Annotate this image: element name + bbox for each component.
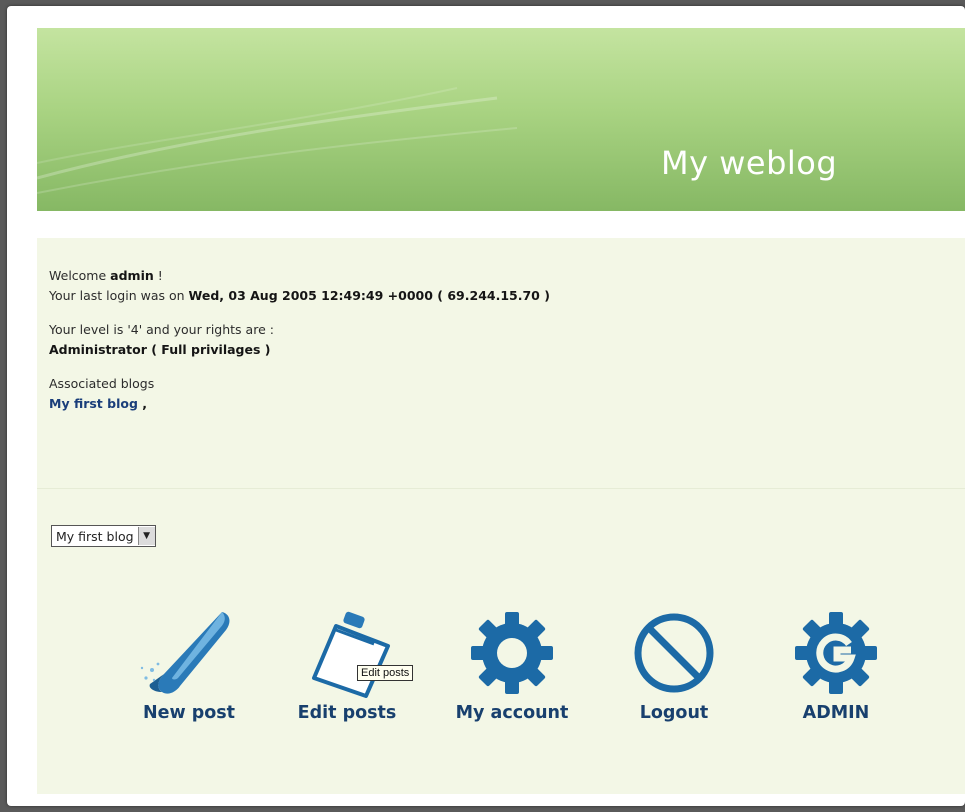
welcome-username: admin <box>110 268 154 283</box>
tool-label-edit-posts: Edit posts <box>297 703 397 723</box>
tool-label-new-post: New post <box>142 703 236 723</box>
blog-select[interactable]: My first blog ▼ <box>51 525 156 547</box>
main-content: Welcome admin ! Your last login was on W… <box>37 238 965 794</box>
site-title: My weblog <box>661 144 838 182</box>
dropdown-arrow-icon[interactable]: ▼ <box>137 527 155 545</box>
associated-blogs-list: My first blog , <box>49 394 550 414</box>
blog-link-my-first-blog[interactable]: My first blog <box>49 396 138 411</box>
welcome-line: Welcome admin ! <box>49 266 550 286</box>
blog-select-value: My first blog <box>56 528 134 544</box>
tool-admin[interactable]: ADMIN <box>766 608 906 723</box>
last-login-value: Wed, 03 Aug 2005 12:49:49 +0000 ( 69.244… <box>188 288 550 303</box>
user-info: Welcome admin ! Your last login was on W… <box>49 266 550 414</box>
tool-label-my-account: My account <box>455 703 569 723</box>
header-banner: My weblog <box>37 28 965 211</box>
last-login-line: Your last login was on Wed, 03 Aug 2005 … <box>49 286 550 306</box>
tooltip: Edit posts <box>357 665 414 681</box>
tool-logout[interactable]: Logout <box>604 608 744 723</box>
divider <box>37 488 965 489</box>
welcome-prefix: Welcome <box>49 268 111 283</box>
browser-frame: My weblog Welcome admin ! Your last logi… <box>7 6 965 806</box>
no-entry-icon <box>604 608 744 693</box>
last-login-prefix: Your last login was on <box>49 288 189 303</box>
tool-my-account[interactable]: My account <box>442 608 582 723</box>
level-line: Your level is '4' and your rights are : <box>49 322 274 337</box>
blog-list-separator: , <box>137 396 148 411</box>
rights-value: Administrator ( Full privilages ) <box>49 342 271 357</box>
rights-line: Administrator ( Full privilages ) <box>49 340 550 360</box>
associated-blogs-label: Associated blogs <box>49 376 155 391</box>
header-swoosh-decoration <box>37 87 518 194</box>
welcome-suffix: ! <box>153 268 163 283</box>
quill-pen-icon <box>119 608 259 694</box>
tool-new-post[interactable]: New post <box>119 608 259 723</box>
gear-icon <box>442 608 582 694</box>
tool-label-admin: ADMIN <box>802 703 870 723</box>
admin-gear-g-icon <box>766 608 906 694</box>
tool-label-logout: Logout <box>639 703 709 723</box>
